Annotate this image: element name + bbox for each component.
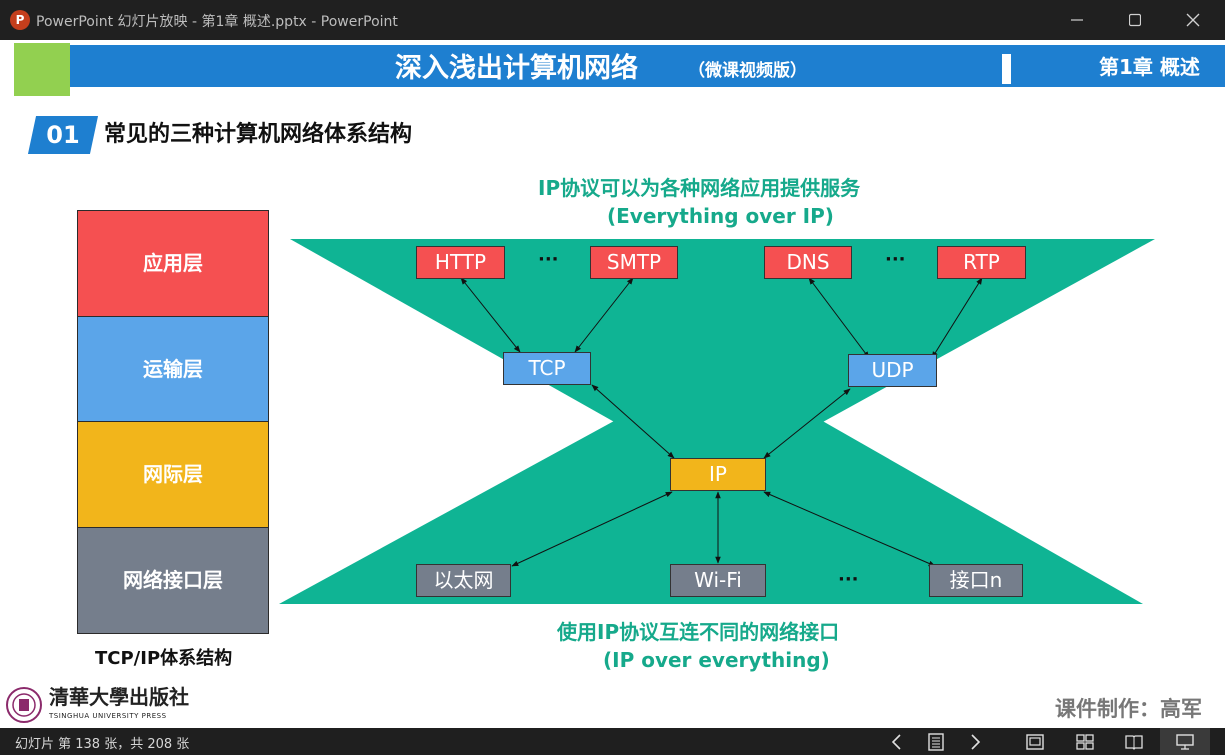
publisher-logo: 清華大學出版社 TSINGHUA UNIVERSITY PRESS [5,685,189,724]
protocol-ip: IP [670,458,766,491]
reading-view-icon [1125,735,1143,750]
protocol-tcp: TCP [503,352,591,385]
maximize-icon [1128,13,1142,27]
slide-sorter-icon [1076,734,1094,750]
close-icon [1186,13,1200,27]
publisher-seal-icon [6,687,42,723]
next-slide-button[interactable] [964,731,986,753]
slide-counter: 幻灯片 第 138 张，共 208 张 [15,737,190,752]
hourglass-diagram [279,239,1155,604]
previous-slide-button[interactable] [886,731,908,753]
status-bar: 幻灯片 第 138 张，共 208 张 [0,728,1225,755]
publisher-name-en: TSINGHUA UNIVERSITY PRESS [49,712,167,720]
normal-view-button[interactable] [1024,731,1046,753]
next-icon [971,734,981,750]
window-title: PowerPoint 幻灯片放映 - 第1章 概述.pptx - PowerPo… [36,14,398,30]
protocol-smtp: SMTP [590,246,678,279]
slideshow-icon [1176,734,1194,750]
slideshow-button[interactable] [1174,731,1196,753]
protocol-rtp: RTP [937,246,1026,279]
normal-view-icon [1026,734,1044,750]
slide-sorter-button[interactable] [1074,731,1096,753]
powerpoint-icon: P [10,10,30,30]
interface-ethernet: 以太网 [416,564,511,597]
ellipsis-app-1: ··· [538,249,559,270]
protocol-dns: DNS [764,246,852,279]
notes-button[interactable] [925,731,947,753]
ellipsis-app-2: ··· [885,249,906,270]
protocol-http: HTTP [416,246,505,279]
notes-icon [928,733,944,751]
slide[interactable]: 深入浅出计算机网络 （微课视频版） 第1章 概述 01 常见的三种计算机网络体系… [0,40,1225,728]
publisher-name: 清華大學出版社 [49,685,189,709]
reading-view-button[interactable] [1123,731,1145,753]
close-button[interactable] [1164,0,1222,40]
ellipsis-interface: ··· [838,569,859,590]
protocol-udp: UDP [848,354,937,387]
maximize-button[interactable] [1106,0,1164,40]
minimize-button[interactable] [1048,0,1106,40]
prev-icon [891,734,901,750]
interface-wifi: Wi-Fi [670,564,766,597]
window-titlebar: P PowerPoint 幻灯片放映 - 第1章 概述.pptx - Power… [0,0,1225,40]
maker-credit: 课件制作：高军 [1055,697,1202,721]
minimize-icon [1071,19,1083,21]
interface-n: 接口n [929,564,1023,597]
